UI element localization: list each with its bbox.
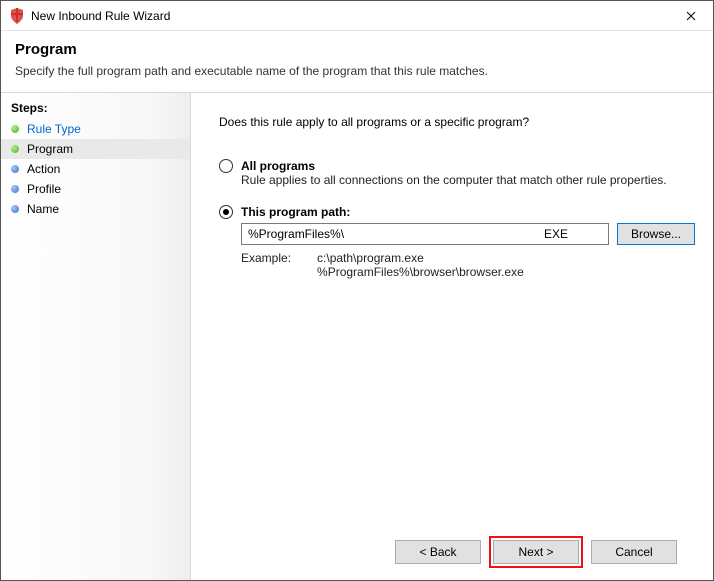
page-title: Program bbox=[15, 41, 699, 58]
bullet-icon bbox=[11, 125, 19, 133]
radio-all-programs[interactable] bbox=[219, 159, 233, 173]
option-all-programs: All programs Rule applies to all connect… bbox=[219, 159, 695, 187]
question-text: Does this rule apply to all programs or … bbox=[219, 115, 695, 129]
close-icon bbox=[686, 11, 696, 21]
radio-program-path[interactable] bbox=[219, 205, 233, 219]
bullet-icon bbox=[11, 145, 19, 153]
content-pane: Does this rule apply to all programs or … bbox=[191, 93, 713, 580]
step-label: Name bbox=[27, 202, 59, 216]
browse-button[interactable]: Browse... bbox=[617, 223, 695, 245]
option-label: All programs bbox=[241, 159, 315, 173]
bullet-icon bbox=[11, 205, 19, 213]
step-label: Program bbox=[27, 142, 73, 156]
next-highlight: Next > bbox=[489, 536, 583, 568]
wizard-window: New Inbound Rule Wizard Program Specify … bbox=[0, 0, 714, 581]
page-subtitle: Specify the full program path and execut… bbox=[15, 64, 699, 78]
footer-buttons: < Back Next > Cancel bbox=[219, 524, 695, 580]
step-program[interactable]: Program bbox=[1, 139, 190, 159]
close-button[interactable] bbox=[669, 1, 713, 31]
cancel-button[interactable]: Cancel bbox=[591, 540, 677, 564]
back-button[interactable]: < Back bbox=[395, 540, 481, 564]
body: Steps: Rule Type Program Action Profile … bbox=[1, 92, 713, 580]
page-header: Program Specify the full program path an… bbox=[1, 31, 713, 92]
firewall-icon bbox=[9, 8, 25, 24]
window-title: New Inbound Rule Wizard bbox=[31, 9, 170, 23]
path-value: %ProgramFiles%\ bbox=[248, 227, 344, 241]
steps-heading: Steps: bbox=[1, 99, 190, 119]
example-label: Example: bbox=[241, 251, 291, 279]
step-label: Action bbox=[27, 162, 60, 176]
titlebar: New Inbound Rule Wizard bbox=[1, 1, 713, 31]
example-paths: c:\path\program.exe %ProgramFiles%\brows… bbox=[317, 251, 524, 279]
program-path-input[interactable]: %ProgramFiles%\ EXE bbox=[241, 223, 609, 245]
option-label: This program path: bbox=[241, 205, 350, 219]
step-profile[interactable]: Profile bbox=[1, 179, 190, 199]
step-rule-type[interactable]: Rule Type bbox=[1, 119, 190, 139]
bullet-icon bbox=[11, 185, 19, 193]
option-desc: Rule applies to all connections on the c… bbox=[241, 173, 695, 187]
step-action[interactable]: Action bbox=[1, 159, 190, 179]
steps-sidebar: Steps: Rule Type Program Action Profile … bbox=[1, 93, 191, 580]
bullet-icon bbox=[11, 165, 19, 173]
option-program-path: This program path: %ProgramFiles%\ EXE B… bbox=[219, 205, 695, 279]
next-button[interactable]: Next > bbox=[493, 540, 579, 564]
step-label: Profile bbox=[27, 182, 61, 196]
example-block: Example: c:\path\program.exe %ProgramFil… bbox=[241, 251, 695, 279]
step-name[interactable]: Name bbox=[1, 199, 190, 219]
path-ext-hint: EXE bbox=[544, 227, 602, 241]
step-label: Rule Type bbox=[27, 122, 81, 136]
